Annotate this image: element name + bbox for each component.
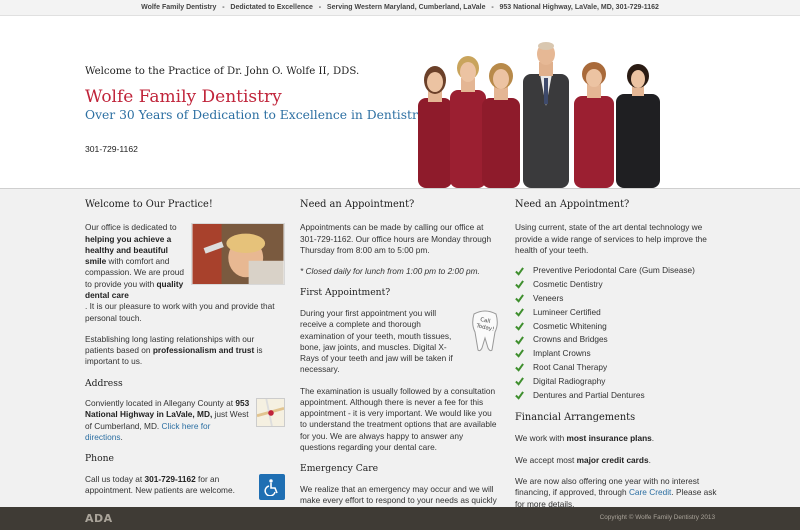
consultation-paragraph: The examination is usually followed by a… <box>300 385 497 453</box>
tooth-call-today-icon: Call Today! <box>472 310 498 352</box>
welcome-heading: Welcome to Our Practice! <box>85 199 213 210</box>
hero-phone: 301-729-1162 <box>85 144 138 154</box>
appointment-paragraph: Appointments can be made by calling our … <box>300 222 492 255</box>
check-icon <box>515 308 524 317</box>
staff-group-photo <box>418 42 660 188</box>
check-icon <box>515 391 524 400</box>
care-credit-link[interactable]: Care Credit <box>629 487 671 497</box>
service-item: Cosmetic Dentistry <box>515 278 720 292</box>
service-item: Digital Radiography <box>515 375 720 389</box>
first-appointment-paragraph: During your first appointment you will r… <box>300 307 453 375</box>
check-icon <box>515 266 524 276</box>
services-intro: Using current, state of the art dental t… <box>515 222 707 255</box>
top-info-bar: Wolfe Family Dentistry - Dedictated to E… <box>0 0 800 16</box>
first-appointment-heading: First Appointment? <box>300 287 391 299</box>
services-column: Need an Appointment? Using current, stat… <box>515 198 720 520</box>
child-dental-photo <box>191 223 285 286</box>
relationship-paragraph: Establishing long lasting relationships … <box>85 333 263 367</box>
financial-heading: Financial Arrangements <box>515 412 636 424</box>
check-icon <box>515 280 524 290</box>
credit-cards-paragraph: We accept most major credit cards. <box>515 454 651 465</box>
services-list: Preventive Periodontal Care (Gum Disease… <box>515 264 720 402</box>
service-item: Dentures and Partial Dentures <box>515 388 720 402</box>
service-item: Veneers <box>515 292 720 306</box>
services-heading: Need an Appointment? <box>515 199 630 210</box>
content-area: Welcome to Our Practice! Our office is d… <box>0 190 800 516</box>
appointment-column: Need an Appointment? Appointments can be… <box>300 198 500 528</box>
check-icon <box>515 363 524 372</box>
service-item: Root Canal Therapy <box>515 361 720 375</box>
copyright-text: Copyright © Wolfe Family Dentistry 2013 <box>599 514 715 521</box>
ada-logo[interactable]: ADA <box>85 512 113 527</box>
welcome-column: Welcome to Our Practice! Our office is d… <box>85 198 285 500</box>
service-item: Crowns and Bridges <box>515 333 720 347</box>
welcome-paragraph-end: . It is our pleasure to work with you an… <box>85 301 275 323</box>
address-heading: Address <box>85 377 123 389</box>
lunch-note: * Closed daily for lunch from 1:00 pm to… <box>300 266 480 277</box>
service-item: Cosmetic Whitening <box>515 319 720 333</box>
service-item: Preventive Periodontal Care (Gum Disease… <box>515 264 720 278</box>
service-item: Implant Crowns <box>515 347 720 361</box>
tagline: Over 30 Years of Dedication to Excellenc… <box>85 108 425 122</box>
phone-heading: Phone <box>85 453 114 465</box>
insurance-paragraph: We work with most insurance plans. <box>515 433 655 444</box>
welcome-paragraph: Our office is dedicated to helping you a… <box>85 222 184 300</box>
footer: ADA Copyright © Wolfe Family Dentistry 2… <box>0 507 800 530</box>
financing-paragraph: We are now also offering one year with n… <box>515 476 717 509</box>
check-icon <box>515 322 524 331</box>
hero-banner: Welcome to the Practice of Dr. John O. W… <box>0 16 800 189</box>
appointment-heading: Need an Appointment? <box>300 199 415 210</box>
check-icon <box>515 335 524 345</box>
check-icon <box>515 377 524 386</box>
check-icon <box>515 349 524 359</box>
brand-title: Wolfe Family Dentistry <box>85 87 282 107</box>
welcome-line: Welcome to the Practice of Dr. John O. W… <box>85 66 360 77</box>
map-icon[interactable] <box>256 398 285 428</box>
emergency-heading: Emergency Care <box>300 463 379 475</box>
address-paragraph: Conviently located in Allegany County at… <box>85 398 250 443</box>
phone-paragraph: Call us today at 301-729-1162 for an app… <box>85 473 235 496</box>
service-item: Lumineer Certified <box>515 306 720 320</box>
wheelchair-accessible-icon <box>259 473 285 500</box>
check-icon <box>515 294 524 303</box>
